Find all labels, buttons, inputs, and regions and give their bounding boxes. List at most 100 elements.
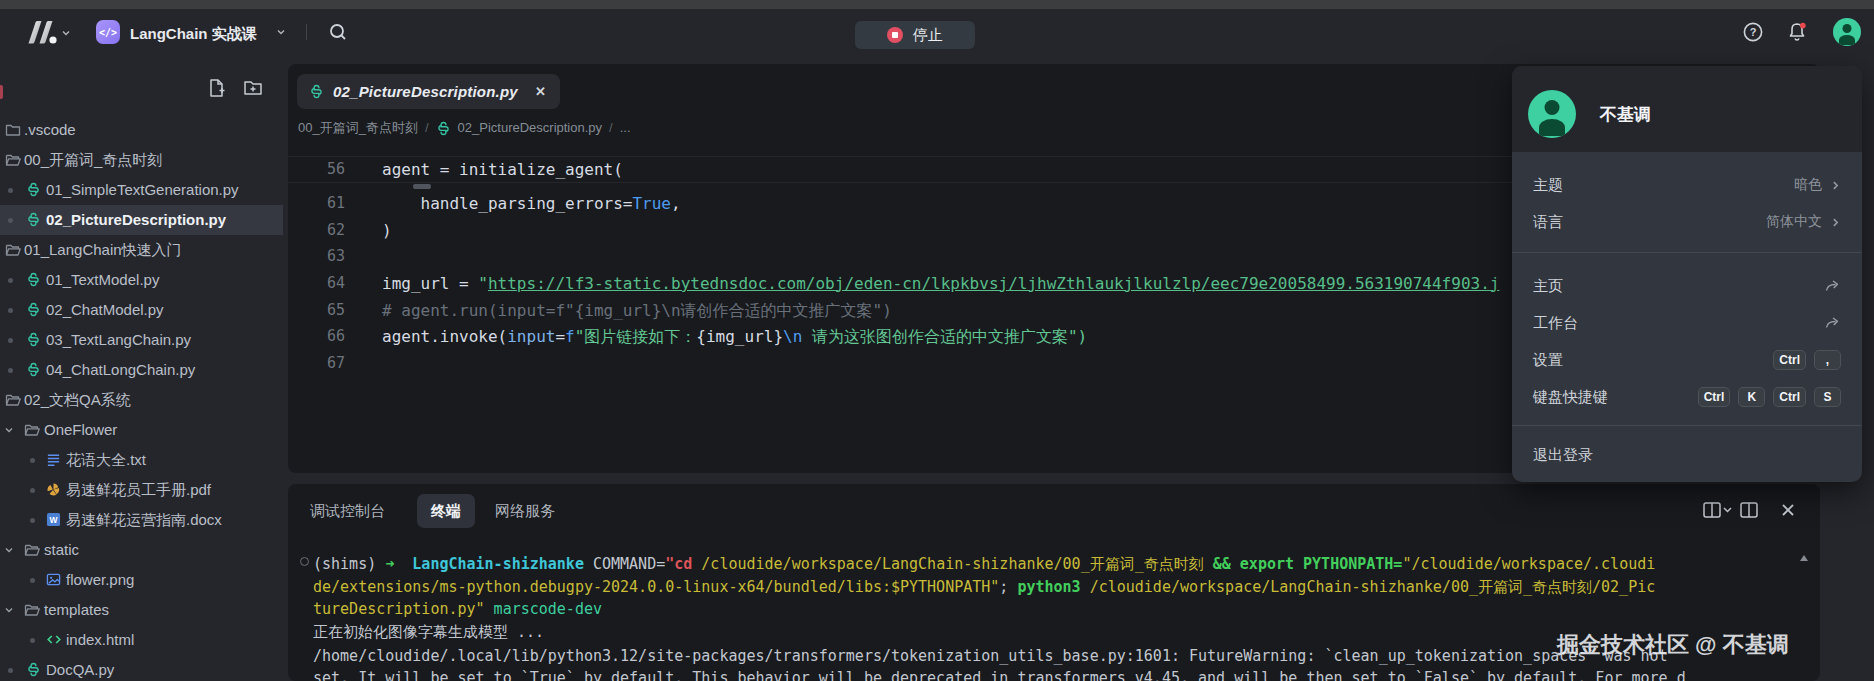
- stop-button-label: 停止: [913, 26, 943, 45]
- tab-close-icon[interactable]: ✕: [535, 84, 546, 99]
- tree-item-label: index.html: [66, 625, 134, 655]
- logo-chevron-down-icon[interactable]: [61, 28, 71, 38]
- img-icon: [46, 572, 61, 587]
- tree-item-label: DocQA.py: [46, 655, 114, 681]
- menu-item-label: 设置: [1533, 351, 1563, 370]
- menu-item-工作台[interactable]: 工作台: [1512, 305, 1862, 341]
- html-icon: [46, 632, 62, 647]
- tree-item-flower.png[interactable]: flower.png: [0, 565, 283, 595]
- breadcrumb-more[interactable]: ...: [620, 120, 631, 135]
- panel-tab-终端[interactable]: 终端: [417, 494, 475, 528]
- tree-item-.vscode[interactable]: .vscode: [0, 115, 283, 145]
- user-avatar[interactable]: [1833, 18, 1861, 46]
- breadcrumb[interactable]: 00_开篇词_奇点时刻/02_PictureDescription.py/...: [298, 115, 631, 140]
- workspace-title[interactable]: LangChain 实战课: [130, 9, 257, 60]
- help-icon[interactable]: ?: [1743, 22, 1763, 42]
- tree-item-01_LangChain快速入门[interactable]: 01_LangChain快速入门: [0, 235, 283, 265]
- tree-item-label: OneFlower: [44, 415, 117, 445]
- tree-item-OneFlower[interactable]: OneFlower: [0, 415, 283, 445]
- line-number: 64: [288, 270, 345, 297]
- tree-item-label: templates: [44, 595, 109, 625]
- menu-item-语言[interactable]: 语言简体中文: [1512, 204, 1862, 240]
- tree-item-易速鲜花运营指南.docx[interactable]: W 易速鲜花运营指南.docx: [0, 505, 283, 535]
- breadcrumb-separator: /: [609, 120, 613, 135]
- folded-code-indicator[interactable]: [413, 184, 431, 189]
- chevron-right-icon: [1830, 217, 1841, 228]
- split-panel-icon[interactable]: [1703, 502, 1733, 520]
- tree-item-02_PictureDescription.py[interactable]: 02_PictureDescription.py: [0, 205, 283, 235]
- tree-item-index.html[interactable]: index.html: [0, 625, 283, 655]
- terminal-scrollbar-arrow[interactable]: [1800, 555, 1808, 561]
- folder-open-icon: [5, 242, 21, 258]
- py-icon: [26, 302, 41, 317]
- search-icon[interactable]: [328, 22, 348, 42]
- breadcrumb-file[interactable]: 02_PictureDescription.py: [458, 120, 603, 135]
- panel-tab-调试控制台[interactable]: 调试控制台: [310, 494, 385, 528]
- tree-item-03_TextLangChain.py[interactable]: 03_TextLangChain.py: [0, 325, 283, 355]
- tree-item-label: 04_ChatLongChain.py: [46, 355, 195, 385]
- modified-dot: [8, 308, 13, 313]
- kbd-Ctrl: Ctrl: [1773, 387, 1806, 407]
- external-link-icon: [1824, 278, 1841, 294]
- menu-item-主题[interactable]: 主题暗色: [1512, 167, 1862, 203]
- docx-icon: W: [46, 512, 61, 527]
- tree-item-00_开篇词_奇点时刻[interactable]: 00_开篇词_奇点时刻: [0, 145, 283, 175]
- breadcrumb-folder[interactable]: 00_开篇词_奇点时刻: [298, 119, 418, 137]
- menu-item-label: 主题: [1533, 176, 1563, 195]
- tree-item-static[interactable]: static: [0, 535, 283, 565]
- chevron-down-icon[interactable]: [4, 425, 14, 435]
- code-line-66: agent.invoke(input=f"图片链接如下：{img_url}\n …: [382, 323, 1087, 350]
- menu-item-退出登录[interactable]: 退出登录: [1512, 437, 1862, 473]
- line-number: 61: [288, 190, 345, 217]
- tree-item-花语大全.txt[interactable]: 花语大全.txt: [0, 445, 283, 475]
- tree-item-label: static: [44, 535, 79, 565]
- sidebar-accent-mark: [0, 85, 3, 99]
- menu-item-设置[interactable]: 设置Ctrl,: [1512, 342, 1862, 378]
- line-number: 56: [288, 156, 345, 183]
- editor-tab[interactable]: 02_PictureDescription.py ✕: [297, 74, 560, 109]
- code-line-61: handle_parsing_errors=True,: [382, 190, 681, 217]
- tree-item-02_文档QA系统[interactable]: 02_文档QA系统: [0, 385, 283, 415]
- close-panel-icon[interactable]: [1780, 502, 1796, 518]
- tree-item-DocQA.py[interactable]: DocQA.py: [0, 655, 283, 681]
- stop-button[interactable]: 停止: [855, 21, 975, 49]
- python-file-icon: [436, 121, 451, 136]
- terminal-line: tureDescription.py" marscode-dev: [313, 598, 602, 620]
- new-file-icon[interactable]: [207, 78, 226, 98]
- workspace-chevron-down-icon[interactable]: [276, 27, 286, 37]
- py-icon: [26, 272, 41, 287]
- new-folder-icon[interactable]: [243, 78, 263, 98]
- py-icon: [26, 362, 41, 377]
- chevron-down-icon[interactable]: [4, 605, 14, 615]
- py-icon: [26, 332, 41, 347]
- menu-item-label: 退出登录: [1533, 446, 1593, 465]
- modified-dot: [30, 638, 35, 643]
- notification-bell-icon[interactable]: [1786, 21, 1808, 43]
- user-menu-header: 不基调: [1512, 66, 1862, 152]
- maximize-panel-icon[interactable]: [1740, 502, 1760, 520]
- folder-open-icon: [5, 392, 21, 408]
- chevron-down-icon[interactable]: [4, 545, 14, 555]
- menu-item-键盘快捷键[interactable]: 键盘快捷键CtrlKCtrlS: [1512, 379, 1862, 415]
- terminal-line: 正在初始化图像字幕生成模型 ...: [313, 621, 544, 643]
- tree-item-label: 易速鲜花运营指南.docx: [66, 505, 222, 535]
- marscode-logo[interactable]: [26, 20, 58, 46]
- folder-open-icon: [24, 542, 40, 558]
- tree-item-01_TextModel.py[interactable]: 01_TextModel.py: [0, 265, 283, 295]
- tree-item-label: 00_开篇词_奇点时刻: [24, 145, 162, 175]
- tree-item-templates[interactable]: templates: [0, 595, 283, 625]
- svg-text:?: ?: [1750, 26, 1757, 38]
- tree-item-01_SimpleTextGeneration.py[interactable]: 01_SimpleTextGeneration.py: [0, 175, 283, 205]
- terminal-line: /home/cloudide/.local/lib/python3.12/sit…: [313, 645, 1668, 667]
- folder-closed-icon: [5, 122, 21, 138]
- modified-dot: [30, 578, 35, 583]
- tree-item-label: 01_SimpleTextGeneration.py: [46, 175, 239, 205]
- panel-tab-网络服务[interactable]: 网络服务: [495, 494, 555, 528]
- tree-item-04_ChatLongChain.py[interactable]: 04_ChatLongChain.py: [0, 355, 283, 385]
- tree-item-02_ChatModel.py[interactable]: 02_ChatModel.py: [0, 295, 283, 325]
- terminal-line: set. It will be set to `True` by default…: [313, 667, 1686, 681]
- menu-item-主页[interactable]: 主页: [1512, 268, 1862, 304]
- tree-item-label: flower.png: [66, 565, 134, 595]
- modified-dot: [8, 218, 13, 223]
- tree-item-易速鲜花员工手册.pdf[interactable]: 易速鲜花员工手册.pdf: [0, 475, 283, 505]
